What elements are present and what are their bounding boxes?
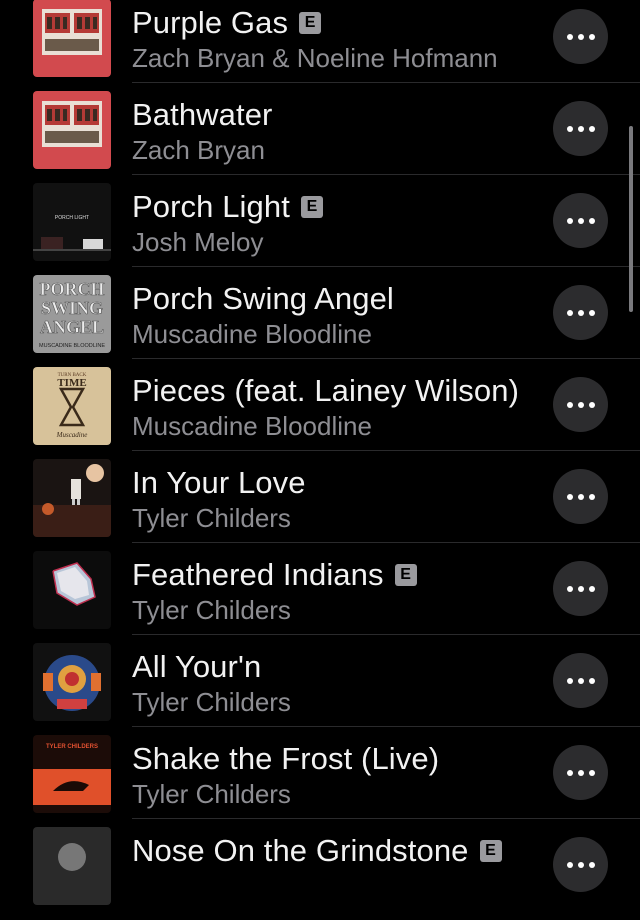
ellipsis-icon	[564, 493, 597, 500]
album-art-text: PORCH	[40, 279, 105, 299]
list-item[interactable]: Feathered Indians E Tyler Childers	[0, 543, 640, 635]
song-title: Pieces (feat. Lainey Wilson)	[132, 373, 520, 408]
album-art	[33, 459, 111, 537]
ellipsis-icon	[564, 861, 597, 868]
ellipsis-icon	[564, 309, 597, 316]
more-options-button[interactable]	[553, 745, 608, 800]
list-item[interactable]: Nose On the Grindstone E	[0, 819, 640, 911]
song-title-line: Bathwater	[132, 97, 272, 133]
ellipsis-icon	[564, 401, 597, 408]
album-art-text: PORCH LIGHT	[55, 215, 89, 221]
album-art-text: TIME	[57, 377, 86, 389]
song-title: Porch Swing Angel	[132, 281, 394, 316]
song-title: All Your'n	[132, 649, 262, 684]
song-title-line: All Your'n	[132, 649, 261, 685]
scrollbar[interactable]	[629, 126, 633, 312]
album-art	[33, 551, 111, 629]
ellipsis-icon	[564, 769, 597, 776]
song-title-line: Pieces (feat. Lainey Wilson)	[132, 373, 519, 409]
song-artist: Tyler Childers	[132, 687, 291, 717]
album-art: TYLER CHILDERS	[33, 735, 111, 813]
list-item[interactable]: TURN BACK TIME Muscadine Pieces (feat. Lai…	[0, 359, 640, 451]
album-art-text: ANGEL	[40, 317, 104, 337]
song-artist: Tyler Childers	[132, 503, 291, 533]
explicit-badge: E	[299, 12, 322, 34]
album-art	[33, 0, 111, 77]
list-item[interactable]: TYLER CHILDERS Shake the Frost (Live) Ty…	[0, 727, 640, 819]
ellipsis-icon	[564, 125, 597, 132]
song-title: Shake the Frost (Live)	[132, 741, 440, 776]
more-options-button[interactable]	[553, 193, 608, 248]
song-title: Purple Gas	[132, 5, 289, 40]
more-options-button[interactable]	[553, 837, 608, 892]
ellipsis-icon	[564, 217, 597, 224]
album-art-text: Muscadine	[56, 431, 88, 439]
song-artist: Tyler Childers	[132, 779, 291, 809]
more-options-button[interactable]	[553, 377, 608, 432]
more-options-button[interactable]	[553, 285, 608, 340]
more-options-button[interactable]	[553, 469, 608, 524]
song-artist: Josh Meloy	[132, 227, 264, 257]
list-item[interactable]: All Your'n Tyler Childers	[0, 635, 640, 727]
song-title-line: Purple Gas E	[132, 5, 322, 41]
list-item[interactable]: In Your Love Tyler Childers	[0, 451, 640, 543]
album-art	[33, 827, 111, 905]
album-art-text: MUSCADINE BLOODLINE	[39, 343, 105, 349]
song-title: In Your Love	[132, 465, 306, 500]
album-art	[33, 643, 111, 721]
album-art: PORCH LIGHT	[33, 183, 111, 261]
song-artist: Muscadine Bloodline	[132, 411, 372, 441]
ellipsis-icon	[564, 585, 597, 592]
album-art-text: SWING	[41, 298, 103, 318]
song-title-line: Shake the Frost (Live)	[132, 741, 439, 777]
more-options-button[interactable]	[553, 101, 608, 156]
song-artist: Muscadine Bloodline	[132, 319, 372, 349]
song-list: Purple Gas E Zach Bryan & Noeline Hofman…	[0, 0, 640, 920]
more-options-button[interactable]	[553, 9, 608, 64]
explicit-badge: E	[394, 564, 417, 586]
list-item[interactable]: PORCH LIGHT Porch Light E Josh Meloy	[0, 175, 640, 267]
album-art-text: TYLER CHILDERS	[46, 744, 98, 750]
explicit-badge: E	[300, 196, 323, 218]
song-title: Feathered Indians	[132, 557, 384, 592]
song-title: Nose On the Grindstone	[132, 833, 469, 868]
song-artist: Zach Bryan & Noeline Hofmann	[132, 43, 498, 73]
list-item[interactable]: Purple Gas E Zach Bryan & Noeline Hofman…	[0, 0, 640, 83]
ellipsis-icon	[564, 677, 597, 684]
list-item[interactable]: PORCH SWING ANGEL MUSCADINE BLOODLINE Porch…	[0, 267, 640, 359]
more-options-button[interactable]	[553, 653, 608, 708]
song-artist: Zach Bryan	[132, 135, 265, 165]
song-title-line: In Your Love	[132, 465, 306, 501]
more-options-button[interactable]	[553, 561, 608, 616]
album-art: TURN BACK TIME Muscadine	[33, 367, 111, 445]
song-title-line: Feathered Indians E	[132, 557, 417, 593]
album-art	[33, 91, 111, 169]
list-item[interactable]: Bathwater Zach Bryan	[0, 83, 640, 175]
song-title: Porch Light	[132, 189, 290, 224]
explicit-badge: E	[479, 840, 502, 862]
song-artist: Tyler Childers	[132, 595, 291, 625]
song-title: Bathwater	[132, 97, 273, 132]
album-art: PORCH SWING ANGEL MUSCADINE BLOODLINE	[33, 275, 111, 353]
ellipsis-icon	[564, 33, 597, 40]
song-title-line: Porch Light E	[132, 189, 323, 225]
song-title-line: Porch Swing Angel	[132, 281, 394, 317]
song-title-line: Nose On the Grindstone E	[132, 833, 502, 869]
